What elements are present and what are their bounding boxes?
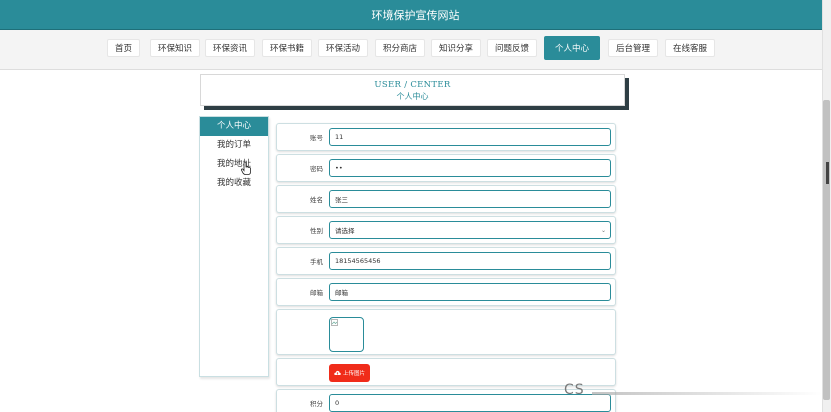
scrollbar-marker: [826, 162, 829, 184]
nav-item-eco-books[interactable]: 环保书籍: [262, 39, 313, 57]
name-label: 姓名: [310, 196, 323, 204]
phone-field[interactable]: 18154565456: [329, 252, 611, 270]
gender-label: 性别: [310, 227, 323, 235]
side-menu: 个人中心 我的订单 我的地址 我的收藏: [199, 116, 269, 377]
watermark-logo: CS: [564, 382, 585, 398]
upload-button-label: 上传图片: [342, 371, 365, 377]
cloud-upload-icon: [334, 370, 341, 375]
form-row-name: 姓名 张三: [276, 185, 616, 213]
gender-select[interactable]: 请选择 ⌄: [329, 221, 611, 239]
nav-item-eco-knowledge[interactable]: 环保知识: [150, 39, 201, 57]
nav-item-feedback[interactable]: 问题反馈: [487, 39, 538, 57]
nav-item-knowledge-share[interactable]: 知识分享: [431, 39, 482, 57]
password-label: 密码: [310, 165, 323, 173]
nav-item-home[interactable]: 首页: [107, 39, 141, 57]
phone-label: 手机: [310, 258, 323, 266]
account-label: 账号: [310, 134, 323, 142]
hand-cursor-icon: [241, 162, 251, 175]
name-field[interactable]: 张三: [329, 190, 611, 208]
page-title-zh: 个人中心: [396, 92, 429, 101]
upload-image-button[interactable]: 上传图片: [329, 364, 370, 382]
password-field[interactable]: ••: [329, 159, 611, 177]
form-row-password: 密码 ••: [276, 154, 616, 182]
watermark-fade: [592, 392, 822, 395]
page-header: USER / CENTER 个人中心: [200, 74, 625, 106]
account-field[interactable]: 11: [329, 128, 611, 146]
side-item-user-center[interactable]: 个人中心: [200, 117, 268, 136]
broken-image-icon: [331, 319, 338, 326]
scrollbar-thumb[interactable]: [823, 100, 830, 400]
nav-item-online-service[interactable]: 在线客服: [665, 39, 716, 57]
nav-item-eco-activities[interactable]: 环保活动: [318, 39, 369, 57]
page-title-en: USER / CENTER: [374, 80, 451, 90]
form-row-account: 账号 11: [276, 123, 616, 151]
form-row-avatar: [276, 309, 616, 355]
email-field[interactable]: 邮箱: [329, 283, 611, 301]
side-item-my-address[interactable]: 我的地址: [200, 155, 268, 174]
nav-item-eco-news[interactable]: 环保资讯: [205, 39, 256, 57]
nav-item-points-store[interactable]: 积分商店: [375, 39, 426, 57]
site-title-bar: 环境保护宣传网站: [0, 0, 831, 30]
points-label: 积分: [310, 400, 323, 408]
email-label: 邮箱: [310, 289, 323, 297]
form-row-email: 邮箱 邮箱: [276, 278, 616, 306]
chevron-down-icon: ⌄: [600, 226, 606, 234]
nav-item-admin[interactable]: 后台管理: [608, 39, 659, 57]
form-row-gender: 性别 请选择 ⌄: [276, 216, 616, 244]
avatar-image[interactable]: [329, 317, 364, 352]
nav-item-user-center[interactable]: 个人中心: [544, 36, 601, 60]
gender-select-value: 请选择: [335, 227, 355, 235]
form-row-phone: 手机 18154565456: [276, 247, 616, 275]
side-item-my-favorites[interactable]: 我的收藏: [200, 174, 268, 193]
site-title: 环境保护宣传网站: [371, 8, 460, 22]
side-item-my-orders[interactable]: 我的订单: [200, 136, 268, 155]
main-nav: 首页 环保知识 环保资讯 环保书籍 环保活动 积分商店 知识分享 问题反馈 个人…: [0, 30, 831, 70]
